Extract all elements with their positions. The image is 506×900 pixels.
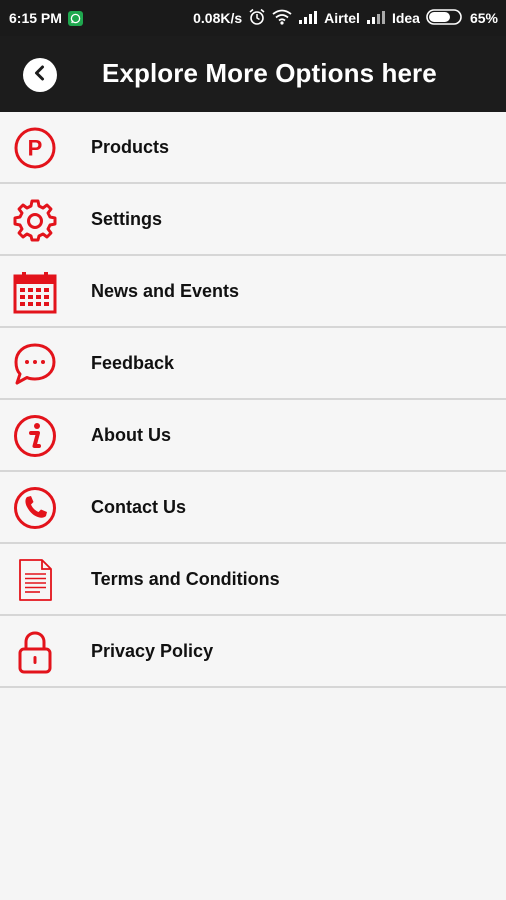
net-speed: 0.08K/s [193,10,243,26]
page-title: Explore More Options here [102,58,437,88]
menu-item-contact[interactable]: Contact Us [0,472,506,544]
menu-item-label: Contact Us [91,496,187,517]
carrier-idea: Idea [391,10,420,26]
menu-item-products[interactable]: P Products [0,112,506,184]
app-header: Explore More Options here [0,36,506,112]
chat-bubble-icon [12,341,58,387]
menu-item-label: Privacy Policy [91,640,214,661]
menu-item-news-events[interactable]: News and Events [0,256,506,328]
carrier-airtel: Airtel [324,10,360,26]
menu-item-label: About Us [91,424,171,445]
signal-icon [298,10,318,27]
battery-icon [426,8,464,28]
menu-item-label: Terms and Conditions [91,568,280,589]
menu-item-privacy[interactable]: Privacy Policy [0,616,506,688]
wifi-icon [272,9,292,28]
lock-icon [12,629,58,675]
products-p-icon: P [12,125,58,171]
back-arrow-icon [30,63,50,88]
status-time: 6:15 PM [9,10,62,26]
info-icon [12,413,58,459]
menu-item-label: Products [91,136,170,157]
menu-item-label: Feedback [91,352,175,373]
back-button[interactable] [23,58,57,92]
battery-level: 65% [469,10,498,26]
whatsapp-icon [67,10,83,26]
menu-list: P Products Settings News and Events Feed… [0,112,506,688]
document-icon [12,557,58,603]
menu-item-terms[interactable]: Terms and Conditions [0,544,506,616]
menu-item-settings[interactable]: Settings [0,184,506,256]
menu-item-label: News and Events [91,280,240,301]
menu-item-feedback[interactable]: Feedback [0,328,506,400]
calendar-icon [12,269,58,315]
phone-icon [12,485,58,531]
gear-icon [12,197,58,243]
signal-icon [366,10,386,27]
svg-text:P: P [28,136,43,161]
menu-item-label: Settings [91,208,163,229]
status-bar: 6:15 PM 0.08K/s Airtel Idea 65% [0,0,506,36]
alarm-icon [248,8,266,29]
menu-item-about[interactable]: About Us [0,400,506,472]
